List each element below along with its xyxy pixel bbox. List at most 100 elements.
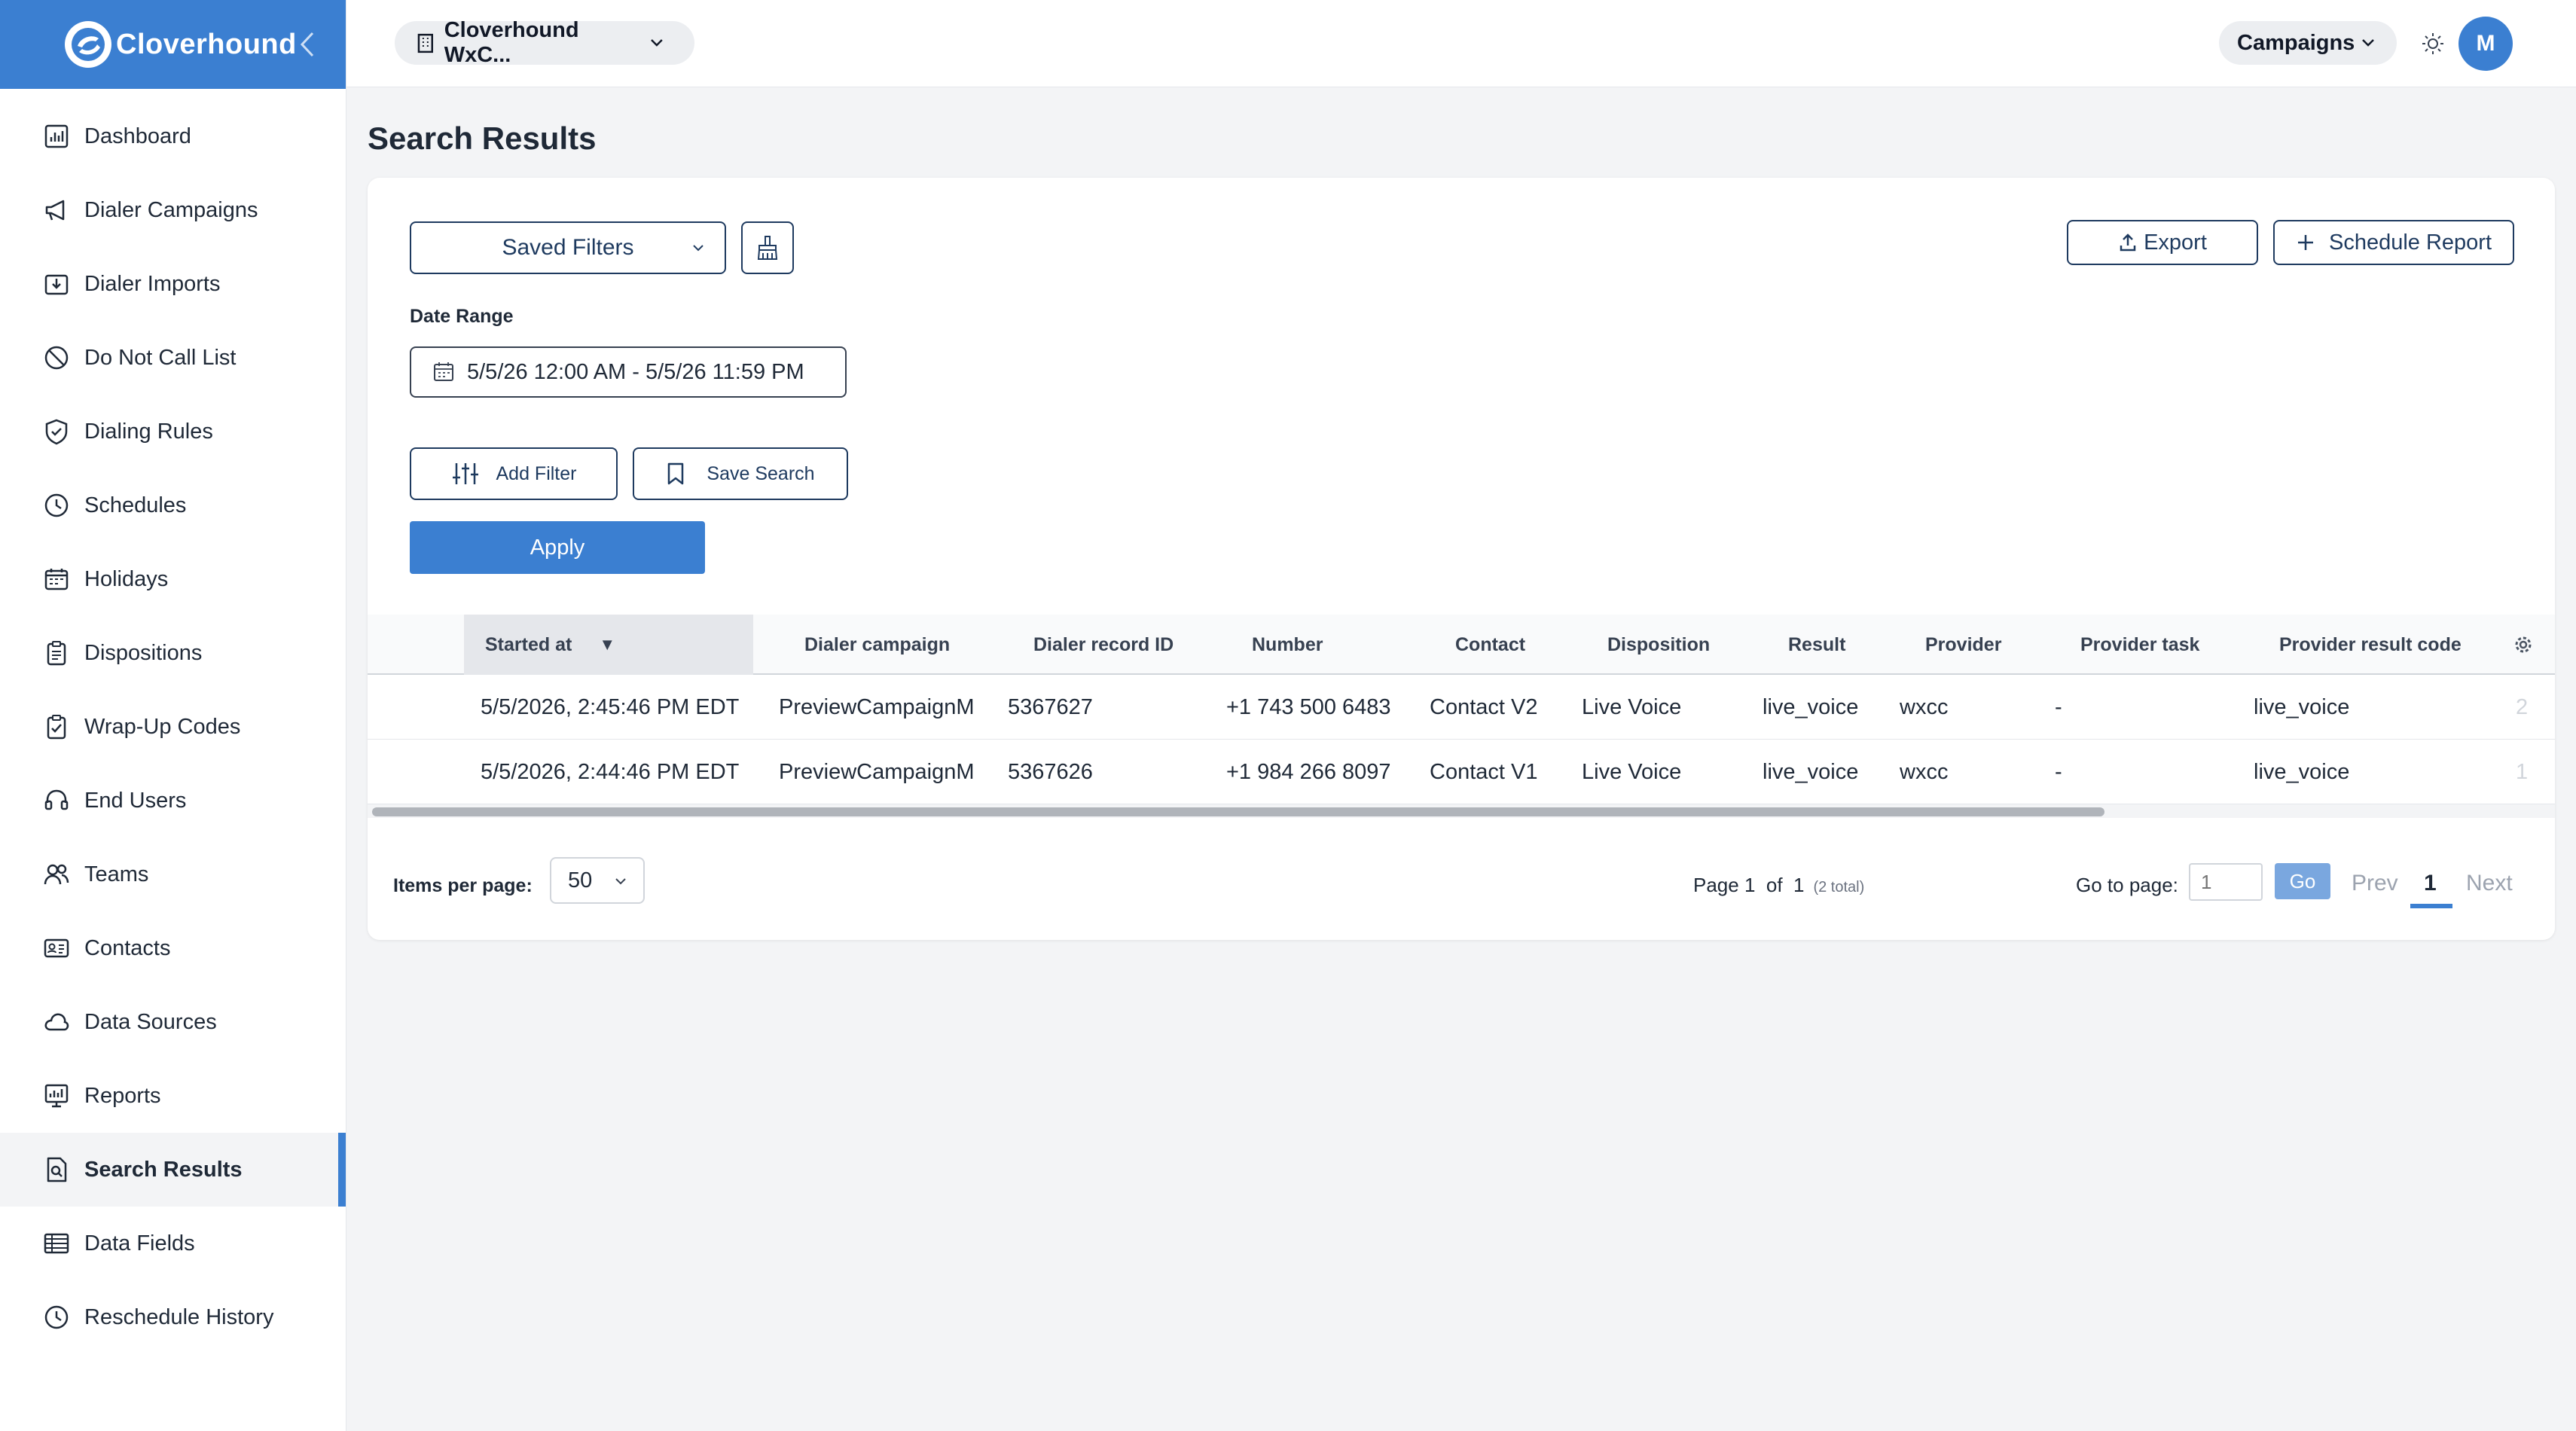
table-row[interactable]: 5/5/2026, 2:45:46 PM EDT PreviewCampaign… [368,675,2555,740]
column-header-provider[interactable]: Provider [1904,615,2001,675]
clear-filters-button[interactable] [741,221,794,274]
horizontal-scrollbar[interactable] [368,804,2555,818]
avatar[interactable]: M [2458,17,2513,71]
sidebar-item-label: Dashboard [84,124,191,148]
column-header-provider-task[interactable]: Provider task [2059,615,2199,675]
org-selector[interactable]: Cloverhound WxC... [395,18,694,67]
sidebar-item-label: Data Fields [84,1231,195,1256]
cell-provider: wxcc [1900,694,1949,719]
saved-filters-dropdown[interactable]: Saved Filters [410,221,726,274]
save-search-button[interactable]: Save Search [633,447,848,500]
sidebar-item-holidays[interactable]: Holidays [0,542,346,616]
column-header-provider-result-code[interactable]: Provider result code [2258,615,2462,675]
table-header: Started at ▼ Dialer campaign Dialer reco… [368,615,2555,675]
sidebar-item-label: Holidays [84,566,169,591]
sidebar-item-label: Data Sources [84,1009,217,1034]
clipboard-check-icon [47,715,66,740]
current-page-number[interactable]: 1 [2424,871,2437,896]
column-header-number[interactable]: Number [1231,615,1323,675]
cell-dialer-campaign: PreviewCampaignM [779,759,975,784]
cell-number: +1 984 266 8097 [1226,759,1391,784]
sidebar-item-data-fields[interactable]: Data Fields [0,1207,346,1280]
sidebar-item-label: End Users [84,788,187,813]
column-header-disposition[interactable]: Disposition [1586,615,1710,675]
cell-result: live_voice [1763,759,1859,784]
collapse-sidebar-icon[interactable] [293,27,323,62]
prev-page-button[interactable]: Prev [2352,871,2398,896]
dashboard-icon [44,124,69,148]
search-results-card: Saved Filters Export Schedule Report Dat… [368,178,2555,940]
cell-started-at: 5/5/2026, 2:44:46 PM EDT [481,759,740,784]
scrollbar-thumb[interactable] [372,807,2104,816]
gear-icon[interactable] [2511,633,2535,657]
column-header-started-at[interactable]: Started at ▼ [464,615,753,675]
table-icon [44,1233,69,1254]
current-page-indicator [2410,904,2452,908]
go-button[interactable]: Go [2275,863,2330,899]
sidebar-item-schedules[interactable]: Schedules [0,468,346,542]
bookmark-icon [668,462,684,485]
clock-icon [44,493,69,517]
items-per-page-value: 50 [568,868,593,892]
column-header-result[interactable]: Result [1767,615,1845,675]
sidebar: Cloverhound Dashboard Dialer Campaigns D… [0,0,346,1431]
upload-icon [2120,233,2136,252]
sidebar-item-search-results[interactable]: Search Results [0,1133,346,1207]
page-info-text: Page 1 of 1 [1693,874,1805,896]
sidebar-item-label: Contacts [84,935,171,960]
sidebar-item-dialer-campaigns[interactable]: Dialer Campaigns [0,173,346,247]
column-header-contact[interactable]: Contact [1434,615,1525,675]
add-filter-button[interactable]: Add Filter [410,447,618,500]
sidebar-item-dialer-imports[interactable]: Dialer Imports [0,247,346,321]
results-table: Started at ▼ Dialer campaign Dialer reco… [368,615,2555,818]
sidebar-item-label: Reschedule History [84,1304,274,1329]
campaigns-menu[interactable]: Campaigns [2219,21,2397,65]
next-page-button[interactable]: Next [2466,871,2513,896]
chevron-down-icon [2362,39,2375,47]
items-per-page-select[interactable]: 50 [550,857,645,904]
cell-disposition: Live Voice [1582,694,1682,719]
export-button[interactable]: Export [2067,220,2258,265]
sidebar-item-label: Dialer Campaigns [84,197,258,222]
cell-truncated: 2 [2516,694,2529,719]
sidebar-item-do-not-call-list[interactable]: Do Not Call List [0,321,346,395]
sidebar-item-data-sources[interactable]: Data Sources [0,985,346,1059]
sidebar-item-teams[interactable]: Teams [0,838,346,911]
sidebar-item-contacts[interactable]: Contacts [0,911,346,985]
calendar-icon [44,569,69,590]
sidebar-item-label: Do Not Call List [84,345,237,370]
saved-filters-label: Saved Filters [502,235,634,260]
page-info: Page 1 of 1 (2 total) [1693,874,1864,897]
sidebar-item-label: Search Results [84,1157,243,1182]
table-row[interactable]: 5/5/2026, 2:44:46 PM EDT PreviewCampaign… [368,740,2555,804]
sidebar-item-wrap-up-codes[interactable]: Wrap-Up Codes [0,690,346,764]
schedule-report-button[interactable]: Schedule Report [2273,220,2514,265]
column-header-dialer-record-id[interactable]: Dialer record ID [1012,615,1174,675]
total-count: (2 total) [1813,879,1865,896]
sidebar-item-reschedule-history[interactable]: Reschedule History [0,1280,346,1354]
broom-icon [757,236,778,260]
cell-dialer-campaign: PreviewCampaignM [779,694,975,719]
sidebar-item-dialing-rules[interactable]: Dialing Rules [0,395,346,468]
go-to-page-label: Go to page: [2076,874,2178,896]
campaigns-label: Campaigns [2237,30,2355,55]
sidebar-item-end-users[interactable]: End Users [0,764,346,838]
column-header-dialer-campaign[interactable]: Dialer campaign [783,615,950,675]
sidebar-nav: Dashboard Dialer Campaigns Dialer Import… [0,89,346,1354]
cloud-icon [44,1013,69,1031]
date-range-input[interactable]: 5/5/26 12:00 AM - 5/5/26 11:59 PM [410,346,847,398]
org-name: Cloverhound WxC... [444,18,579,67]
sun-icon[interactable] [2419,30,2446,57]
contact-card-icon [44,938,69,958]
apply-button[interactable]: Apply [410,521,705,574]
cell-contact: Contact V1 [1430,759,1538,784]
sidebar-item-label: Wrap-Up Codes [84,714,241,739]
sidebar-item-reports[interactable]: Reports [0,1059,346,1133]
import-icon [44,274,69,295]
sidebar-item-dispositions[interactable]: Dispositions [0,616,346,690]
sidebar-item-dashboard[interactable]: Dashboard [0,99,346,173]
cell-provider: wxcc [1900,759,1949,784]
history-icon [44,1305,69,1329]
sidebar-item-label: Dialing Rules [84,419,213,444]
go-to-page-input[interactable] [2189,863,2263,901]
